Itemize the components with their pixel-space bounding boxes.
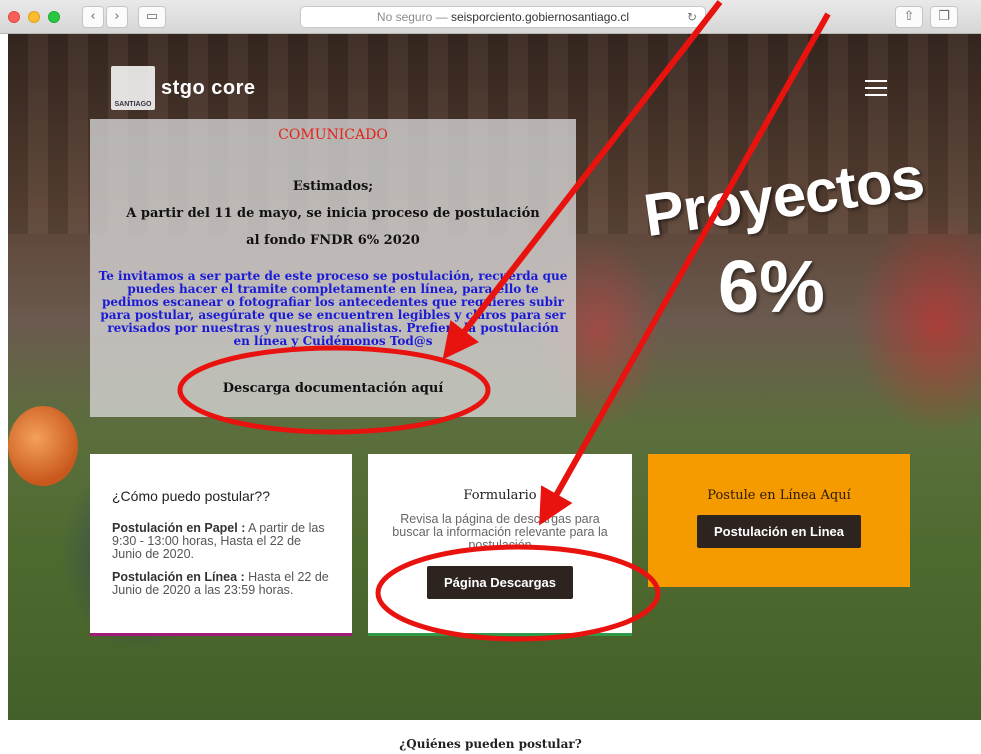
communique-body: Te invitamos a ser parte de este proceso…	[98, 269, 568, 348]
chevron-left-icon[interactable]: ‹	[82, 6, 104, 28]
soccer-ball-image	[8, 406, 78, 486]
communique-line-1: A partir del 11 de mayo, se inicia proce…	[126, 206, 540, 221]
form-card: Formulario Revisa la página de descargas…	[368, 454, 632, 636]
share-icon[interactable]: ⇧	[895, 6, 923, 28]
communique-line-2: al fondo FNDR 6% 2020	[246, 233, 420, 248]
how-to-apply-card: ¿Cómo puedo postular?? Postulación en Pa…	[90, 454, 352, 636]
chevron-right-icon[interactable]: ›	[106, 6, 128, 28]
government-shield-icon: SANTIAGO	[111, 66, 155, 110]
form-card-text: Revisa la página de descargas para busca…	[392, 512, 608, 552]
communique-panel: COMUNICADO Estimados; A partir del 11 de…	[90, 119, 576, 417]
promo-banner: Proyectos 6%	[639, 124, 943, 344]
logo-text: stgo core	[161, 76, 256, 99]
download-documents-link[interactable]: Descarga documentación aquí	[90, 381, 576, 396]
minimize-window-button[interactable]	[28, 11, 40, 23]
who-can-apply-section: ¿Quiénes pueden postular?	[0, 720, 981, 754]
site-logo[interactable]: SANTIAGO stgo core	[111, 66, 256, 110]
apply-online-title: Postule en Línea Aquí	[707, 488, 851, 503]
online-application-info: Postulación en Línea : Hasta el 22 de Ju…	[112, 570, 329, 597]
not-secure-label: No seguro —	[376, 10, 448, 24]
hero-section: SANTIAGO stgo core COMUNICADO Estimados;…	[8, 34, 981, 720]
paper-application-info: Postulación en Papel : A partir de las 9…	[112, 521, 325, 561]
apply-online-card: Postule en Línea Aquí Postulación en Lin…	[648, 454, 910, 587]
address-bar[interactable]: No seguro — seisporciento.gobiernosantia…	[300, 6, 706, 28]
hamburger-menu-icon[interactable]	[865, 80, 887, 96]
reload-icon[interactable]: ↻	[687, 7, 697, 27]
url-domain: seisporciento.gobiernosantiago.cl	[450, 10, 630, 24]
form-card-title: Formulario	[463, 488, 537, 503]
how-to-apply-title: ¿Cómo puedo postular??	[112, 488, 270, 504]
communique-title: COMUNICADO	[278, 127, 388, 143]
apply-online-button[interactable]: Postulación en Linea	[696, 515, 862, 548]
close-window-button[interactable]	[8, 11, 20, 23]
promo-percent: 6%	[718, 245, 825, 328]
communique-greeting: Estimados;	[292, 179, 374, 194]
promo-title: Proyectos	[639, 143, 928, 250]
who-can-apply-heading: ¿Quiénes pueden postular?	[399, 737, 582, 751]
downloads-page-button[interactable]: Página Descargas	[426, 566, 573, 599]
sidebar-icon[interactable]: ▭	[138, 6, 166, 28]
tabs-icon[interactable]: ❐	[930, 6, 958, 28]
browser-toolbar: ‹ › ▭ No seguro — seisporciento.gobierno…	[0, 0, 981, 34]
zoom-window-button[interactable]	[48, 11, 60, 23]
